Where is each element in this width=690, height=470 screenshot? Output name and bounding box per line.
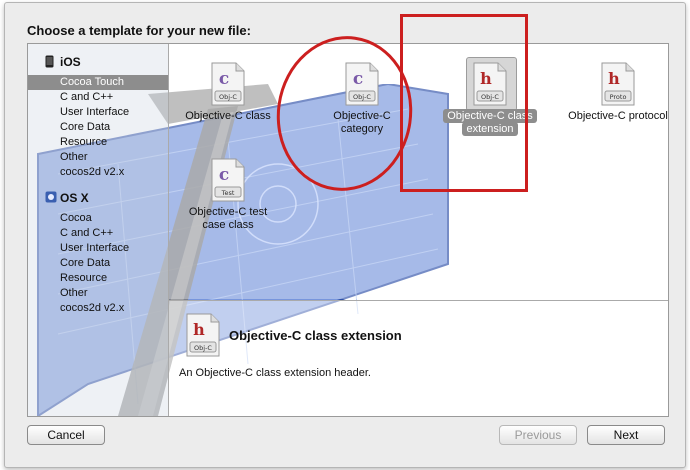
template-caption: Objective-C class — [185, 110, 271, 122]
sidebar-item-cocos2d[interactable]: cocos2d v2.x — [28, 301, 168, 316]
sidebar-item-user-interface[interactable]: User Interface — [28, 105, 168, 120]
sidebar-item-cocoa[interactable]: Cocoa — [28, 211, 168, 226]
sidebar-item-core-data[interactable]: Core Data — [28, 120, 168, 135]
svg-text:c: c — [219, 165, 229, 185]
objc-header-file-icon: h Obj-C — [186, 313, 220, 357]
objc-test-file-icon: c Test — [211, 158, 245, 202]
file-icon-tag: Proto — [610, 93, 627, 101]
file-icon-tag: Obj-C — [219, 93, 237, 101]
objc-protocol-file-icon: h Proto — [601, 62, 635, 106]
sheet-heading: Choose a template for your new file: — [27, 23, 251, 38]
sidebar-item-c-and-cpp[interactable]: C and C++ — [28, 90, 168, 105]
sidebar-item-resource[interactable]: Resource — [28, 135, 168, 150]
sidebar-item-other[interactable]: Other — [28, 286, 168, 301]
svg-text:h: h — [608, 69, 620, 88]
sidebar-item-core-data[interactable]: Core Data — [28, 256, 168, 271]
sidebar-item-cocos2d[interactable]: cocos2d v2.x — [28, 165, 168, 180]
annotation-rectangle — [400, 14, 528, 192]
sidebar-item-resource[interactable]: Resource — [28, 271, 168, 286]
svg-text:c: c — [219, 69, 229, 89]
description-text: An Objective-C class extension header. — [179, 367, 371, 379]
file-icon-tag: Obj-C — [194, 344, 212, 352]
template-caption: Objective-C protocol — [568, 110, 668, 122]
next-button[interactable]: Next — [587, 425, 665, 445]
cancel-button[interactable]: Cancel — [27, 425, 105, 445]
os-x-icon — [45, 191, 57, 206]
template-caption: Objective-C test case class — [188, 206, 268, 231]
sidebar-item-other[interactable]: Other — [28, 150, 168, 165]
sidebar-section-label: iOS — [60, 55, 81, 69]
objc-class-file-icon: c Obj-C — [211, 62, 245, 106]
ios-device-icon — [45, 55, 54, 71]
sidebar-item-c-and-cpp[interactable]: C and C++ — [28, 226, 168, 241]
description-title: Objective-C class extension — [229, 328, 402, 343]
sidebar-item-cocoa-touch[interactable]: Cocoa Touch — [28, 75, 168, 90]
previous-button[interactable]: Previous — [499, 425, 577, 445]
sidebar-section-ios[interactable]: iOS — [28, 52, 168, 72]
sidebar-section-os-x[interactable]: OS X — [28, 188, 168, 208]
sidebar-item-user-interface[interactable]: User Interface — [28, 241, 168, 256]
file-icon-tag: Test — [221, 189, 235, 197]
platform-sidebar: iOS Cocoa Touch C and C++ User Interface… — [28, 44, 169, 416]
template-description: h Obj-C Objective-C class extension An O… — [169, 300, 668, 416]
svg-text:h: h — [193, 320, 205, 339]
sidebar-section-label: OS X — [60, 191, 89, 205]
